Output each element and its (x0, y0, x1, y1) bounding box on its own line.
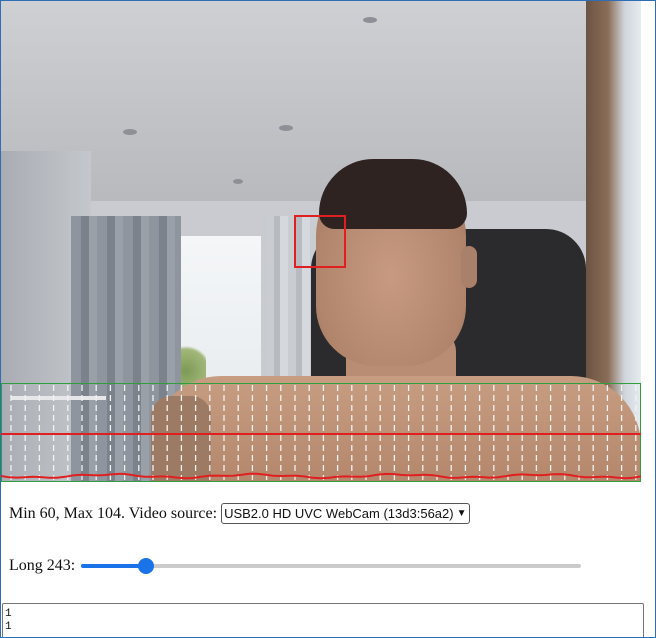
app-window: Min 60, Max 104. Video source: USB2.0 HD… (0, 0, 656, 638)
scene-ceiling (1, 1, 641, 216)
signal-markers (10, 385, 637, 480)
long-slider-row: Long 243: (9, 557, 582, 575)
signal-trace (1, 472, 641, 480)
ceiling-lamp (123, 129, 137, 135)
slider-thumb[interactable] (138, 558, 155, 574)
long-label: Long 243: (9, 557, 76, 574)
chevron-down-icon: ▼ (456, 508, 467, 519)
video-source-value: USB2.0 HD UVC WebCam (13d3:56a2) (224, 506, 454, 521)
pulse-signal-graph (1, 383, 641, 482)
log-textarea[interactable]: 1 1 (2, 603, 644, 637)
long-slider[interactable] (81, 558, 582, 574)
slider-fill (81, 564, 147, 568)
controls-row: Min 60, Max 104. Video source: USB2.0 HD… (9, 503, 470, 524)
video-source-select[interactable]: USB2.0 HD UVC WebCam (13d3:56a2) ▼ (221, 503, 470, 524)
webcam-video (1, 1, 641, 482)
stats-label: Min 60, Max 104. Video source: (9, 504, 218, 522)
face-detection-box (294, 215, 346, 268)
person-ear (461, 246, 477, 288)
ceiling-lamp (233, 179, 243, 184)
slider-track[interactable] (81, 564, 582, 568)
ceiling-lamp (363, 17, 377, 23)
ceiling-lamp (279, 125, 293, 131)
signal-frame (1, 383, 641, 482)
